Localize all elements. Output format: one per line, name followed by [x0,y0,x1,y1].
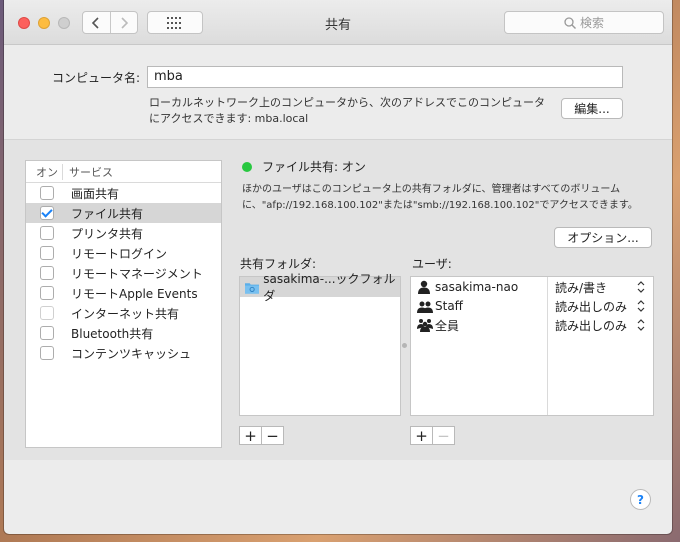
user-name: 全員 [435,318,460,333]
computer-name-section: コンピュータ名: mba ローカルネットワーク上のコンピュータから、次のアドレス… [4,45,672,140]
popup-chevrons-icon[interactable] [637,318,645,332]
remove-folder-button[interactable]: − [261,427,283,445]
shared-folder-row[interactable]: sasakima-...ックフォルダ [240,272,400,303]
user-permission[interactable]: 読み/書き [555,279,607,296]
splitter-handle[interactable] [402,343,407,348]
status-text: ファイル共有: オン [262,160,366,174]
service-row-internet-sharing[interactable]: インターネット共有 [26,303,221,323]
user-row[interactable]: 全員 読み出しのみ [411,315,653,335]
service-checkbox[interactable] [40,266,54,280]
search-placeholder: 検索 [579,16,604,30]
service-row-file-sharing[interactable]: ファイル共有 [26,203,221,223]
service-row-content-caching[interactable]: コンテンツキャッシュ [26,343,221,363]
public-folder-icon [245,282,260,294]
user-row[interactable]: sasakima-nao 読み/書き [411,277,653,297]
shared-folders-list: sasakima-...ックフォルダ [239,272,401,416]
sharing-settings-section: オン サービス 画面共有 ファイル共有 プリンタ共有 リモートログイン リモート… [4,140,672,460]
users-list: sasakima-nao 読み/書き Staff 読み出しのみ 全員 読み出しの… [410,276,654,416]
add-user-button[interactable]: + [411,427,432,445]
service-checkbox[interactable] [40,206,54,220]
status-description: ほかのユーザはこのコンピュータ上の共有フォルダに、管理者はすべてのボリュームに、… [242,184,638,211]
shared-folders-controls: + − [239,426,284,445]
computer-name-description: ローカルネットワーク上のコンピュータから、次のアドレスでこのコンピュータにアクセ… [149,96,545,125]
service-checkbox[interactable] [40,286,54,300]
service-checkbox[interactable] [40,226,54,240]
popup-chevrons-icon[interactable] [637,299,645,313]
services-list: オン サービス 画面共有 ファイル共有 プリンタ共有 リモートログイン リモート… [25,160,222,448]
service-row-remote-apple-events[interactable]: リモートApple Events [26,283,221,303]
services-list-header: オン サービス [26,161,221,183]
options-button[interactable]: オプション... [554,227,652,248]
user-row[interactable]: Staff 読み出しのみ [411,296,653,316]
status-indicator-icon [242,162,252,172]
header-on: オン [36,165,58,179]
service-row-screen-sharing[interactable]: 画面共有 [26,183,221,203]
everyone-icon [417,319,433,332]
service-label: プリンタ共有 [71,226,144,241]
service-label: ファイル共有 [71,206,144,221]
user-permission[interactable]: 読み出しのみ [555,317,627,334]
search-field[interactable]: 検索 [504,11,664,34]
users-controls: + − [410,426,455,445]
add-folder-button[interactable]: + [240,427,261,445]
title-bar: 共有 検索 [4,0,672,45]
service-checkbox[interactable] [40,186,54,200]
service-row-remote-management[interactable]: リモートマネージメント [26,263,221,283]
service-checkbox[interactable] [40,246,54,260]
service-row-printer-sharing[interactable]: プリンタ共有 [26,223,221,243]
service-checkbox[interactable] [40,326,54,340]
popup-chevrons-icon[interactable] [637,280,645,294]
computer-name-input[interactable]: mba [147,66,623,88]
single-user-icon [418,280,430,294]
service-label: 画面共有 [71,186,120,201]
service-row-bluetooth-sharing[interactable]: Bluetooth共有 [26,323,221,343]
help-button[interactable]: ? [630,489,651,510]
edit-button[interactable]: 編集... [561,98,623,119]
sharing-window: 共有 検索 コンピュータ名: mba ローカルネットワーク上のコンピュータから、… [4,0,672,534]
user-permission[interactable]: 読み出しのみ [555,298,627,315]
shared-folder-name: sasakima-...ックフォルダ [263,272,396,303]
header-service: サービス [62,163,113,180]
group-icon [417,301,433,313]
service-label: コンテンツキャッシュ [71,346,192,361]
user-name: sasakima-nao [435,280,519,294]
service-label: リモートApple Events [71,286,198,301]
service-label: リモートマネージメント [71,266,203,281]
users-label: ユーザ: [412,257,452,271]
service-checkbox[interactable] [40,306,54,320]
service-row-remote-login[interactable]: リモートログイン [26,243,221,263]
service-label: Bluetooth共有 [71,326,154,341]
user-name: Staff [435,299,463,313]
service-label: リモートログイン [71,246,168,261]
service-label: インターネット共有 [71,306,180,321]
remove-user-button[interactable]: − [432,427,454,445]
search-icon [564,16,576,29]
service-checkbox[interactable] [40,346,54,360]
computer-name-label: コンピュータ名: [52,71,141,85]
